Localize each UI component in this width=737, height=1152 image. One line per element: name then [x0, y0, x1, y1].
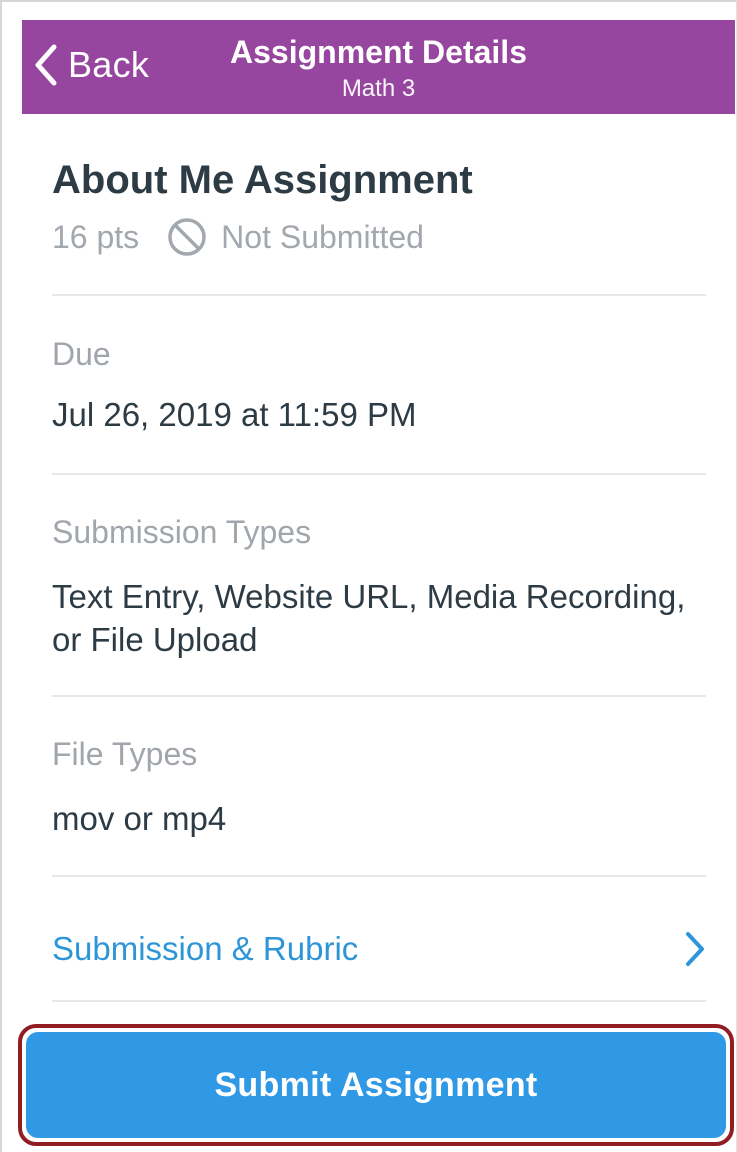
submit-assignment-label: Submit Assignment [214, 1065, 538, 1104]
due-label: Due [52, 336, 111, 372]
not-submitted-icon [167, 217, 207, 257]
assignment-points: 16 pts [52, 218, 140, 255]
submission-rubric-label: Submission & Rubric [52, 930, 359, 967]
nav-title-group: Assignment Details Math 3 [22, 34, 735, 104]
chevron-right-icon [684, 931, 706, 967]
divider [52, 1000, 706, 1002]
due-date: Jul 26, 2019 at 11:59 PM [52, 396, 417, 433]
navigation-bar: Back Assignment Details Math 3 [22, 20, 735, 114]
app-screen: Back Assignment Details Math 3 About Me … [0, 0, 737, 1152]
course-subtitle: Math 3 [341, 75, 416, 102]
assignment-status-row: 16 pts Not Submitted [52, 216, 424, 258]
submission-types-label: Submission Types [52, 514, 312, 550]
divider [52, 695, 706, 697]
divider [52, 294, 706, 296]
submit-assignment-button[interactable]: Submit Assignment [26, 1032, 726, 1138]
page-title: Assignment Details [230, 34, 527, 70]
divider [52, 875, 706, 877]
submission-rubric-link[interactable]: Submission & Rubric [52, 926, 706, 972]
assignment-title: About Me Assignment [52, 158, 473, 202]
submission-status: Not Submitted [221, 218, 424, 255]
submission-types-value: Text Entry, Website URL, Media Recording… [52, 578, 686, 658]
file-types-value: mov or mp4 [52, 800, 227, 837]
divider [52, 473, 706, 475]
file-types-label: File Types [52, 736, 198, 772]
